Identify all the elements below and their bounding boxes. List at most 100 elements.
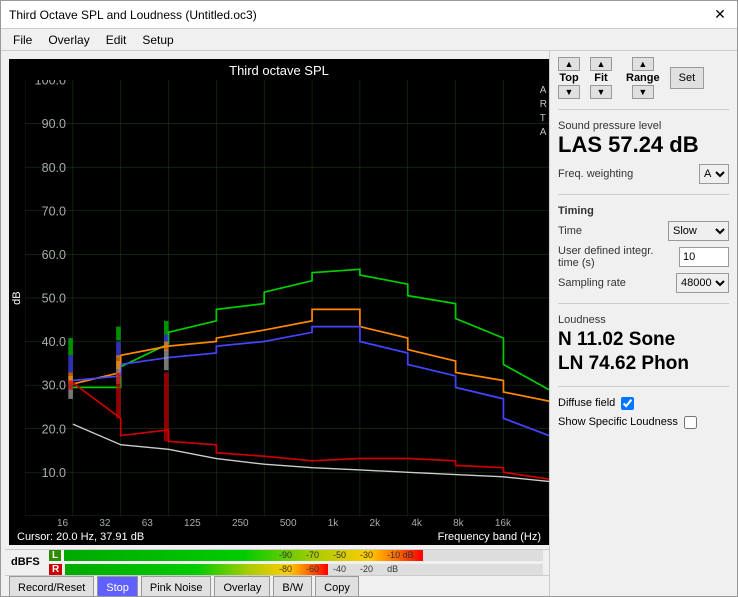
loudness-section: Loudness N 11.02 Sone LN 74.62 Phon (558, 314, 729, 376)
chart-wrapper: dB (9, 80, 549, 516)
x-tick-32: 32 (99, 518, 110, 529)
title-bar: Third Octave SPL and Loudness (Untitled.… (1, 1, 737, 29)
top-control-group: ▲ Top ▼ (558, 57, 580, 99)
loudness-ln-value: LN 74.62 Phon (558, 352, 729, 376)
stop-button[interactable]: Stop (97, 576, 138, 596)
range-down-button[interactable]: ▼ (632, 85, 654, 99)
menu-overlay[interactable]: Overlay (42, 31, 95, 49)
range-control-group: ▲ Range ▼ (626, 57, 660, 99)
chart-title: Third octave SPL (9, 59, 549, 80)
dbfs-bar: dBFS L -90-70-50-30-10 dB R (5, 549, 549, 575)
time-label: Time (558, 225, 582, 237)
x-tick-250: 250 (232, 518, 249, 529)
fit-down-button[interactable]: ▼ (590, 85, 612, 99)
sampling-rate-label: Sampling rate (558, 277, 626, 289)
arta-label: ARTA (540, 84, 547, 140)
top-down-button[interactable]: ▼ (558, 85, 580, 99)
divider-4 (558, 386, 729, 387)
spl-section-label: Sound pressure level (558, 120, 729, 132)
set-button[interactable]: Set (670, 67, 705, 89)
svg-text:40.0: 40.0 (42, 335, 66, 349)
y-axis-label: dB (9, 80, 25, 516)
x-tick-2k: 2k (370, 518, 381, 529)
right-panel: ▲ Top ▼ ▲ Fit ▼ ▲ Range ▼ Set (549, 51, 737, 596)
bottom-toolbar: Record/Reset Stop Pink Noise Overlay B/W… (5, 575, 549, 596)
spl-value: LAS 57.24 dB (558, 132, 729, 158)
svg-text:90.0: 90.0 (42, 117, 66, 131)
menu-setup[interactable]: Setup (136, 31, 179, 49)
main-window: Third Octave SPL and Loudness (Untitled.… (0, 0, 738, 597)
range-label: Range (626, 72, 660, 84)
dbfs-l-labels: -90-70-50-30-10 dB (279, 550, 414, 560)
x-tick-16: 16 (57, 518, 68, 529)
x-tick-125: 125 (184, 518, 201, 529)
chart-section: Third octave SPL dB (5, 55, 549, 596)
range-up-button[interactable]: ▲ (632, 57, 654, 71)
sampling-rate-select[interactable]: 48000 44100 (676, 273, 729, 293)
divider-3 (558, 303, 729, 304)
pink-noise-button[interactable]: Pink Noise (141, 576, 212, 596)
set-control-group: Set (670, 67, 705, 89)
overlay-button[interactable]: Overlay (214, 576, 270, 596)
svg-text:80.0: 80.0 (42, 161, 66, 175)
x-axis-labels: 16 32 63 125 250 500 1k 2k 4k 8k 16k (9, 516, 549, 529)
diffuse-field-checkbox[interactable] (621, 397, 634, 410)
svg-text:10.0: 10.0 (42, 466, 66, 480)
bw-button[interactable]: B/W (273, 576, 312, 596)
divider-2 (558, 194, 729, 195)
fit-label: Fit (594, 72, 607, 84)
freq-weighting-label: Freq. weighting (558, 168, 633, 180)
menu-file[interactable]: File (7, 31, 38, 49)
dbfs-label: dBFS (11, 556, 43, 568)
dbfs-r-row: R -80-60-40-20dB (49, 564, 543, 575)
cursor-info-bar: Cursor: 20.0 Hz, 37.91 dB Frequency band… (9, 529, 549, 545)
record-reset-button[interactable]: Record/Reset (9, 576, 94, 596)
loudness-label: Loudness (558, 314, 729, 326)
show-specific-label: Show Specific Loudness (558, 416, 678, 428)
x-tick-8k: 8k (453, 518, 464, 529)
dbfs-meters: L -90-70-50-30-10 dB R (49, 550, 543, 575)
diffuse-field-row: Diffuse field (558, 397, 729, 410)
x-tick-16k: 16k (495, 518, 511, 529)
time-select[interactable]: Slow Fast Impulse (668, 221, 729, 241)
fit-up-button[interactable]: ▲ (590, 57, 612, 71)
show-specific-row: Show Specific Loudness (558, 416, 729, 429)
time-row: Time Slow Fast Impulse (558, 221, 729, 241)
dbfs-r-labels: -80-60-40-20dB (279, 564, 398, 574)
chart-svg: 100.0 90.0 80.0 70.0 60.0 50.0 40.0 30.0… (25, 80, 549, 516)
main-content: Third octave SPL dB (1, 51, 737, 596)
dbfs-l-row: L -90-70-50-30-10 dB (49, 550, 543, 561)
freq-band-label: Frequency band (Hz) (438, 531, 541, 543)
user-defined-input[interactable]: 10 (679, 247, 729, 267)
top-up-button[interactable]: ▲ (558, 57, 580, 71)
window-title: Third Octave SPL and Loudness (Untitled.… (9, 8, 257, 22)
svg-text:70.0: 70.0 (42, 204, 66, 218)
freq-weighting-select[interactable]: A B C Z (699, 164, 729, 184)
timing-section: Timing Time Slow Fast Impulse User defin… (558, 205, 729, 293)
x-tick-500: 500 (280, 518, 297, 529)
svg-text:100.0: 100.0 (35, 80, 66, 88)
user-defined-label: User defined integr. time (s) (558, 245, 677, 269)
menu-edit[interactable]: Edit (100, 31, 133, 49)
x-tick-4k: 4k (411, 518, 422, 529)
freq-weighting-row: Freq. weighting A B C Z (558, 164, 729, 184)
svg-text:30.0: 30.0 (42, 379, 66, 393)
copy-button[interactable]: Copy (315, 576, 359, 596)
svg-text:60.0: 60.0 (42, 248, 66, 262)
close-button[interactable]: ✕ (711, 6, 729, 24)
cursor-info: Cursor: 20.0 Hz, 37.91 dB (17, 531, 144, 543)
x-tick-63: 63 (142, 518, 153, 529)
loudness-n-value: N 11.02 Sone (558, 328, 729, 352)
svg-text:50.0: 50.0 (42, 291, 66, 305)
top-range-controls: ▲ Top ▼ ▲ Fit ▼ ▲ Range ▼ Set (558, 57, 729, 99)
show-specific-checkbox[interactable] (684, 416, 697, 429)
svg-text:20.0: 20.0 (42, 422, 66, 436)
dbfs-r-channel: R (49, 564, 62, 575)
top-label: Top (559, 72, 578, 84)
menu-bar: File Overlay Edit Setup (1, 29, 737, 51)
chart-area: Third octave SPL dB (9, 59, 549, 545)
x-tick-1k: 1k (328, 518, 339, 529)
spl-section: Sound pressure level LAS 57.24 dB (558, 120, 729, 158)
user-defined-row: User defined integr. time (s) 10 (558, 245, 729, 269)
dbfs-l-channel: L (49, 550, 61, 561)
